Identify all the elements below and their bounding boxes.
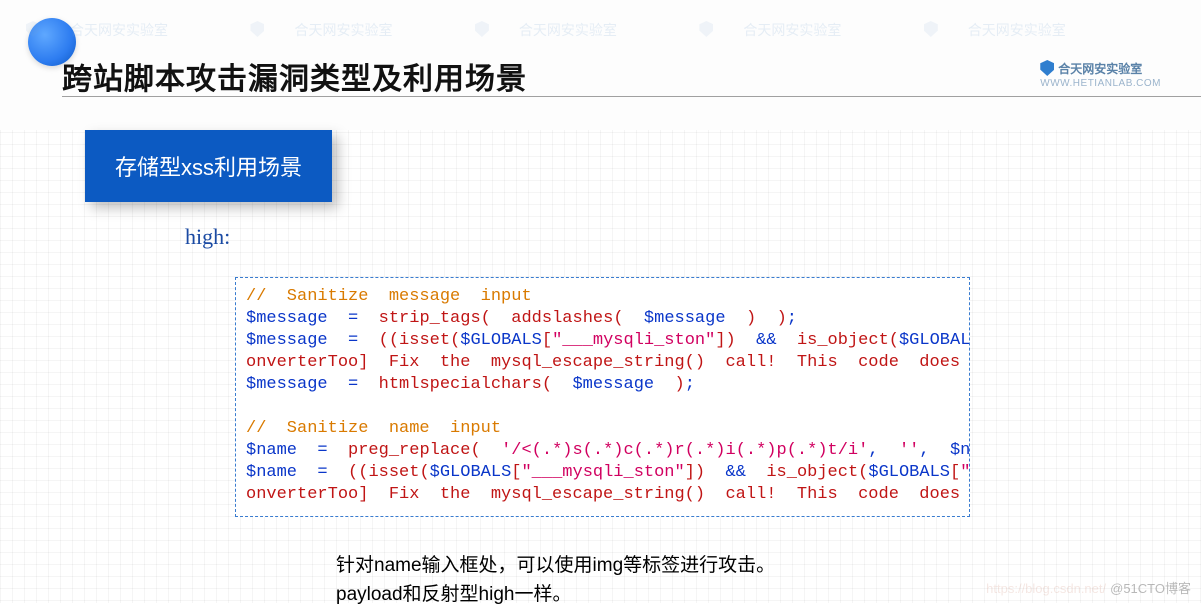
code-var: $message xyxy=(644,309,726,328)
code-fn: is_object xyxy=(797,331,889,350)
section-badge: 存储型xss利用场景 xyxy=(85,130,332,202)
code-fn: isset xyxy=(399,331,450,350)
code-fn: strip_tags xyxy=(379,309,481,328)
slide-header: 合天网安实验室 合天网安实验室 合天网安实验室 合天网安实验室 合天网安实验室 … xyxy=(0,0,1201,130)
note-line: payload和反射型high一样。 xyxy=(336,581,775,609)
code-str: '' xyxy=(899,441,919,460)
logo-sub-text: WWW.HETIANLAB.COM xyxy=(1040,78,1161,89)
code-str: "___mysqli_ston" xyxy=(552,331,715,350)
code-var: $name xyxy=(950,441,970,460)
code-var: $GLOBALS xyxy=(899,331,970,350)
code-var: $message xyxy=(246,331,328,350)
level-label: high: xyxy=(185,224,230,250)
code-op: && xyxy=(726,463,746,482)
code-str: "___mysqli_ston" xyxy=(521,463,684,482)
shield-icon xyxy=(1040,60,1054,76)
explanation-text: 针对name输入框处，可以使用img等标签进行攻击。 payload和反射型hi… xyxy=(336,552,775,609)
logo-main-text: 合天网安实验室 xyxy=(1058,62,1142,76)
code-var: $message xyxy=(572,375,654,394)
brand-logo: 合天网安实验室 WWW.HETIANLAB.COM xyxy=(1040,60,1161,89)
code-var: $GLOBALS xyxy=(460,331,542,350)
code-var: $GLOBALS xyxy=(430,463,512,482)
code-str: "___mysqli_s xyxy=(960,463,970,482)
code-var: $GLOBALS xyxy=(868,463,950,482)
code-snippet: // Sanitize message input $message = str… xyxy=(235,277,970,517)
code-var: $message xyxy=(246,375,328,394)
footer-watermark: https://blog.csdn.net/ @51CTO博客 xyxy=(986,578,1191,597)
code-op: && xyxy=(756,331,776,350)
code-fn: preg_replace xyxy=(348,441,470,460)
code-var: $name xyxy=(246,441,297,460)
footer-faint: https://blog.csdn.net/ xyxy=(986,581,1106,596)
code-text: onverterToo] Fix the mysql_escape_string… xyxy=(246,485,970,504)
code-fn: is_object xyxy=(766,463,858,482)
code-fn: addslashes xyxy=(511,309,613,328)
code-comment: // Sanitize name input xyxy=(246,419,501,438)
watermark-strip: 合天网安实验室 合天网安实验室 合天网安实验室 合天网安实验室 合天网安实验室 … xyxy=(0,0,1201,40)
note-line: 针对name输入框处，可以使用img等标签进行攻击。 xyxy=(336,552,775,581)
code-str: '/<(.*)s(.*)c(.*)r(.*)i(.*)p(.*)t/i' xyxy=(501,441,868,460)
slide-title: 跨站脚本攻击漏洞类型及利用场景 xyxy=(62,54,527,98)
code-var: $name xyxy=(246,463,297,482)
code-var: $message xyxy=(246,309,328,328)
code-text: onverterToo] Fix the mysql_escape_string… xyxy=(246,353,970,372)
code-fn: htmlspecialchars xyxy=(379,375,542,394)
code-comment: // Sanitize message input xyxy=(246,287,532,306)
title-underline xyxy=(62,96,1201,97)
footer-text: @51CTO博客 xyxy=(1110,581,1191,596)
code-fn: isset xyxy=(368,463,419,482)
